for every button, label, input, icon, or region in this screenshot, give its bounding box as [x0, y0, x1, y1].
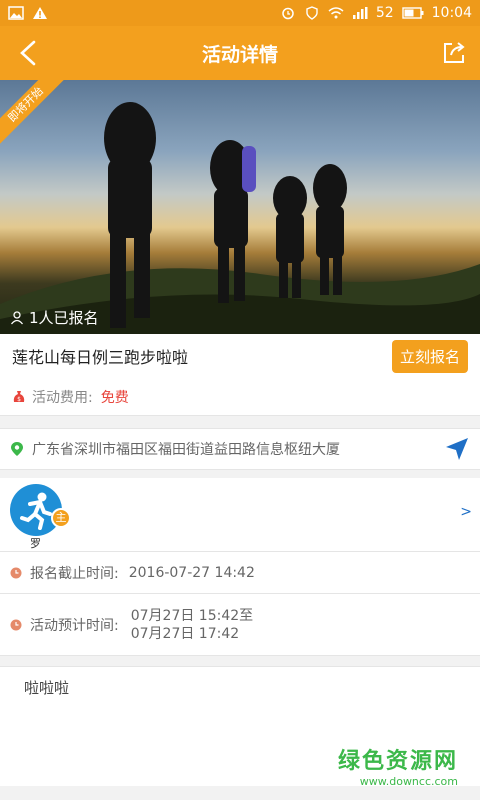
schedule-end: 07月27日 17:42	[130, 625, 240, 642]
event-cover-image: 即将开始 1人已报名	[0, 80, 480, 334]
watermark: 绿色资源网 www.downcc.com	[338, 743, 458, 788]
fee-value: 免费	[100, 389, 129, 406]
battery-icon	[401, 7, 424, 19]
clock-icon	[10, 619, 22, 630]
svg-text:$: $	[17, 396, 21, 403]
wifi-icon	[328, 7, 344, 19]
gallery-icon	[8, 6, 24, 20]
signed-count-text: 1人已报名	[29, 309, 99, 327]
battery-level: 52	[375, 5, 394, 21]
clock-icon	[10, 567, 22, 578]
money-bag-icon: $	[13, 390, 25, 403]
chevron-right-icon[interactable]: >	[460, 504, 472, 520]
host-badge: 主	[51, 508, 71, 528]
schedule-label: 活动预计时间:	[30, 617, 119, 634]
fee-row: $ 活动费用: 免费	[0, 378, 480, 416]
fee-label: 活动费用:	[32, 389, 93, 406]
host-row[interactable]: 主 罗 >	[0, 478, 480, 552]
spacer	[0, 656, 480, 666]
hikers-silhouette	[104, 102, 347, 328]
navigate-icon[interactable]	[444, 436, 470, 462]
spacer	[0, 470, 480, 478]
address-row[interactable]: 广东省深圳市福田区福田街道益田路信息枢纽大厦	[0, 428, 480, 470]
event-title-row: 莲花山每日例三跑步啦啦 立刻报名	[0, 334, 480, 378]
warning-icon	[33, 7, 47, 19]
event-name: 莲花山每日例三跑步啦啦	[12, 348, 189, 367]
shield-icon	[306, 6, 318, 20]
back-arrow-icon[interactable]	[14, 38, 44, 68]
signed-count: 1人已报名	[10, 307, 99, 328]
signal-icon	[352, 7, 368, 19]
schedule-start: 07月27日 15:42至	[130, 607, 254, 624]
app-bar: 活动详情	[0, 26, 480, 80]
share-icon[interactable]	[440, 39, 468, 67]
watermark-url: www.downcc.com	[359, 775, 458, 788]
schedule-times: 07月27日 15:42至 07月27日 17:42	[131, 607, 253, 643]
schedule-row: 活动预计时间: 07月27日 15:42至 07月27日 17:42	[0, 594, 480, 656]
location-pin-icon	[11, 442, 23, 456]
alarm-icon	[282, 7, 294, 20]
status-bar: 52 10:04	[0, 0, 480, 26]
deadline-row: 报名截止时间: 2016-07-27 14:42	[0, 552, 480, 594]
spacer	[0, 416, 480, 428]
clock-time: 10:04	[431, 5, 472, 21]
status-ribbon: 即将开始	[0, 80, 75, 154]
page-title: 活动详情	[201, 43, 278, 66]
host-name: 罗	[30, 537, 41, 550]
address-text: 广东省深圳市福田区福田街道益田路信息枢纽大厦	[32, 442, 340, 458]
deadline-label: 报名截止时间:	[30, 565, 119, 582]
person-icon	[10, 310, 24, 324]
signup-button[interactable]: 立刻报名	[391, 339, 468, 373]
watermark-title: 绿色资源网	[337, 749, 458, 774]
deadline-value: 2016-07-27 14:42	[128, 564, 255, 581]
event-summary: 莲花山每日例三跑步啦啦 立刻报名 $ 活动费用: 免费	[0, 334, 480, 416]
